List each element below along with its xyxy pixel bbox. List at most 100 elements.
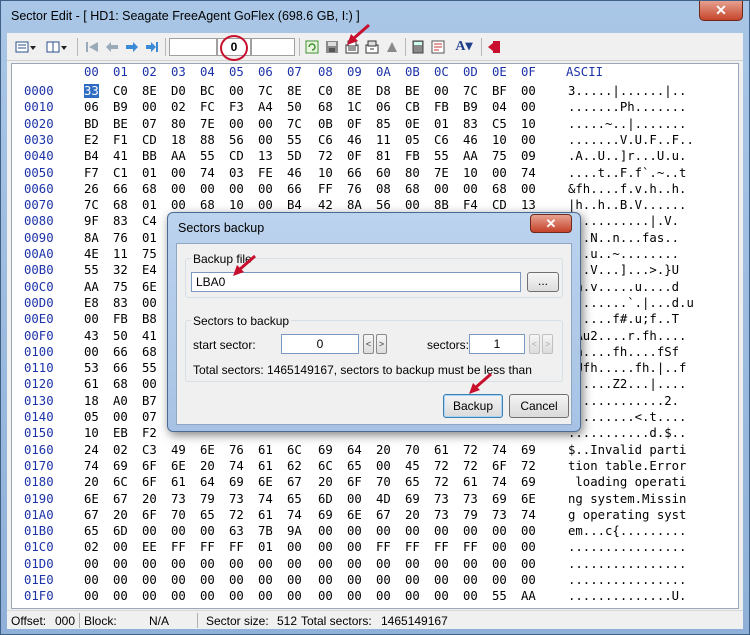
byte-cell[interactable]: E8	[84, 296, 99, 310]
sector-range-end[interactable]	[251, 38, 295, 56]
byte-cell[interactable]: C6	[318, 133, 333, 147]
ascii-cell[interactable]: h.....Z2...|....	[568, 377, 686, 391]
byte-cell[interactable]: 00	[258, 589, 273, 603]
ascii-cell[interactable]: fh....fh....fSf	[568, 345, 679, 359]
byte-cell[interactable]: 05	[84, 410, 99, 424]
byte-cell[interactable]: 08	[376, 182, 391, 196]
byte-cell[interactable]: 56	[376, 198, 391, 212]
ascii-cell[interactable]: un.v.....u....d	[568, 280, 679, 294]
byte-cell[interactable]: 73	[229, 492, 244, 506]
byte-cell[interactable]: 00	[171, 524, 186, 538]
byte-cell[interactable]: 4E	[84, 247, 99, 261]
byte-cell[interactable]: 00	[84, 312, 99, 326]
byte-cell[interactable]: AA	[84, 280, 99, 294]
ascii-cell[interactable]: N..u..~........	[568, 247, 679, 261]
byte-cell[interactable]: 69	[113, 459, 128, 473]
ascii-cell[interactable]: .....~..|.......	[568, 117, 686, 131]
byte-cell[interactable]: 80	[405, 166, 420, 180]
byte-cell[interactable]: C4	[142, 214, 157, 228]
save-icon[interactable]	[323, 36, 341, 57]
byte-cell[interactable]: 66	[113, 345, 128, 359]
ascii-cell[interactable]: $..Invalid parti	[568, 443, 686, 457]
byte-cell[interactable]: 65	[287, 492, 302, 506]
byte-cell[interactable]: 6E	[200, 443, 215, 457]
byte-cell[interactable]: 55	[434, 149, 449, 163]
byte-cell[interactable]: 67	[287, 475, 302, 489]
byte-cell[interactable]: C1	[113, 166, 128, 180]
byte-cell[interactable]: 00	[200, 557, 215, 571]
byte-cell[interactable]: 11	[376, 133, 391, 147]
byte-cell[interactable]: 00	[229, 84, 244, 98]
byte-cell[interactable]: 01	[434, 117, 449, 131]
ascii-cell[interactable]: ................	[568, 540, 686, 554]
ascii-cell[interactable]: PAu2....r.fh....	[568, 329, 686, 343]
byte-cell[interactable]: 00	[318, 557, 333, 571]
byte-cell[interactable]: 66	[347, 166, 362, 180]
byte-cell[interactable]: 00	[521, 100, 536, 114]
byte-cell[interactable]: 00	[142, 100, 157, 114]
byte-cell[interactable]: 6F	[142, 508, 157, 522]
byte-cell[interactable]: 00	[229, 557, 244, 571]
byte-cell[interactable]: 11	[113, 247, 128, 261]
font-icon[interactable]: A▾	[451, 36, 477, 57]
byte-cell[interactable]: 69	[521, 443, 536, 457]
start-sector-next-button[interactable]: >	[376, 334, 387, 354]
byte-cell[interactable]: 00	[258, 182, 273, 196]
byte-cell[interactable]: 10	[463, 166, 478, 180]
byte-cell[interactable]: 83	[113, 296, 128, 310]
byte-cell[interactable]: 63	[229, 524, 244, 538]
byte-cell[interactable]: 75	[142, 247, 157, 261]
last-sector-icon[interactable]	[143, 36, 161, 57]
byte-cell[interactable]: 09	[521, 149, 536, 163]
byte-cell[interactable]: 69	[318, 508, 333, 522]
ascii-cell[interactable]: 3.....|......|..	[568, 84, 686, 98]
byte-cell[interactable]: 00	[492, 166, 507, 180]
byte-cell[interactable]: 73	[434, 492, 449, 506]
byte-cell[interactable]: 00	[492, 540, 507, 554]
byte-cell[interactable]: 00	[287, 573, 302, 587]
byte-cell[interactable]: 0E	[405, 117, 420, 131]
byte-cell[interactable]: 68	[142, 345, 157, 359]
byte-cell[interactable]: 65	[84, 524, 99, 538]
byte-cell[interactable]: 00	[258, 198, 273, 212]
byte-cell[interactable]: EB	[113, 426, 128, 440]
byte-cell[interactable]: 00	[405, 198, 420, 212]
byte-cell[interactable]: D0	[171, 84, 186, 98]
byte-cell[interactable]: 68	[113, 377, 128, 391]
byte-cell[interactable]: 00	[84, 345, 99, 359]
byte-cell[interactable]: 66	[113, 361, 128, 375]
dialog-close-button[interactable]: ✕	[530, 214, 572, 233]
byte-cell[interactable]: 00	[229, 182, 244, 196]
byte-cell[interactable]: 32	[113, 263, 128, 277]
byte-cell[interactable]: 76	[113, 231, 128, 245]
sectors-input[interactable]: 1	[469, 334, 525, 354]
byte-cell[interactable]: 10	[492, 133, 507, 147]
byte-cell[interactable]: 00	[521, 573, 536, 587]
byte-cell[interactable]: 7C	[463, 84, 478, 98]
ascii-cell[interactable]: ................	[568, 573, 686, 587]
byte-cell[interactable]: 00	[84, 573, 99, 587]
byte-cell[interactable]: 6E	[258, 475, 273, 489]
byte-cell[interactable]: 6E	[84, 492, 99, 506]
next-sector-icon[interactable]	[123, 36, 141, 57]
byte-cell[interactable]: 01	[258, 540, 273, 554]
ascii-cell[interactable]: ...........d.$..	[568, 426, 686, 440]
byte-cell[interactable]: 79	[463, 508, 478, 522]
byte-cell[interactable]: 06	[376, 100, 391, 114]
byte-cell[interactable]: 10	[521, 117, 536, 131]
byte-cell[interactable]: 73	[463, 492, 478, 506]
byte-cell[interactable]: 72	[229, 508, 244, 522]
byte-cell[interactable]: 73	[171, 492, 186, 506]
byte-cell[interactable]: 6D	[318, 492, 333, 506]
byte-cell[interactable]: 53	[84, 361, 99, 375]
byte-cell[interactable]: FB	[113, 312, 128, 326]
byte-cell[interactable]: 00	[287, 589, 302, 603]
byte-cell[interactable]: 55	[287, 133, 302, 147]
byte-cell[interactable]: 00	[142, 377, 157, 391]
byte-cell[interactable]: 00	[492, 557, 507, 571]
byte-cell[interactable]: 4D	[376, 492, 391, 506]
byte-cell[interactable]: 61	[84, 377, 99, 391]
byte-cell[interactable]: F3	[229, 100, 244, 114]
ascii-cell[interactable]: ................	[568, 557, 686, 571]
byte-cell[interactable]: FF	[318, 182, 333, 196]
